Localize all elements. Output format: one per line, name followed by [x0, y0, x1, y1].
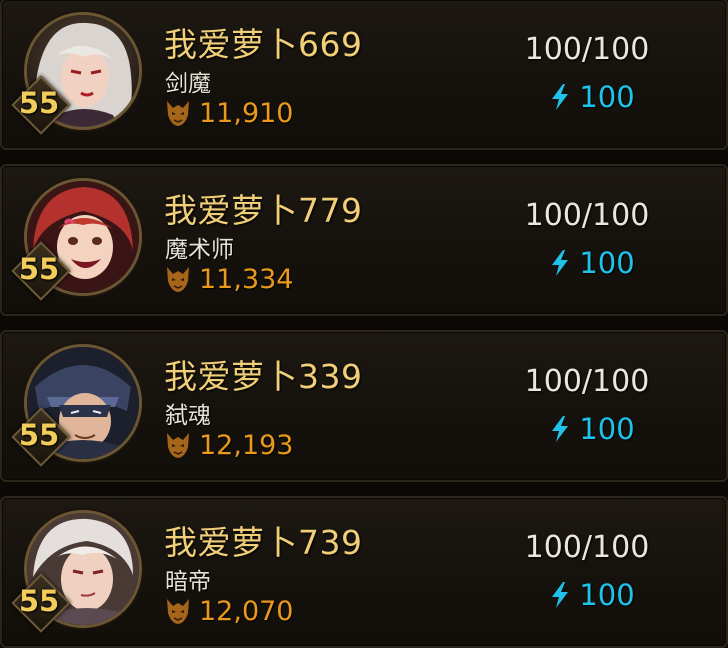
- avatar-frame: 55: [11, 344, 142, 467]
- power-value: 11,910: [199, 97, 294, 129]
- energy: 100: [522, 578, 662, 612]
- stamina-value: 100/100: [524, 198, 650, 233]
- character-row[interactable]: 55 我爱萝卜339 弑魂 12,193 100/100 100: [0, 330, 728, 482]
- demon-mask-icon: [167, 267, 189, 292]
- level-number: 55: [18, 252, 60, 286]
- level-badge: 55: [11, 573, 71, 633]
- lightning-bolt-icon: [552, 416, 569, 442]
- level-badge: 55: [11, 407, 71, 467]
- demon-mask-icon: [167, 433, 189, 458]
- energy-value: 100: [579, 578, 635, 612]
- character-name: 我爱萝卜779: [164, 191, 363, 230]
- character-name: 我爱萝卜669: [164, 25, 363, 64]
- stamina-value: 100/100: [524, 530, 650, 565]
- energy-value: 100: [579, 412, 635, 446]
- energy: 100: [522, 412, 662, 446]
- power-value: 12,193: [199, 429, 294, 461]
- level-number: 55: [18, 584, 60, 618]
- combat-power: 12,193: [165, 428, 293, 462]
- level-number: 55: [18, 418, 60, 452]
- combat-power: 12,070: [165, 594, 293, 628]
- demon-mask-icon: [167, 101, 189, 126]
- energy: 100: [522, 246, 662, 280]
- stamina-value: 100/100: [524, 364, 650, 399]
- character-list: 55 我爱萝卜669 剑魔 11,910 100/100 100 55 我爱萝卜…: [0, 0, 728, 648]
- lightning-bolt-icon: [552, 582, 569, 608]
- character-name: 我爱萝卜339: [164, 357, 363, 396]
- avatar-frame: 55: [11, 178, 142, 301]
- energy: 100: [522, 80, 662, 114]
- character-class: 弑魂: [165, 403, 211, 429]
- lightning-bolt-icon: [552, 84, 569, 110]
- character-row[interactable]: 55 我爱萝卜669 剑魔 11,910 100/100 100: [0, 0, 728, 150]
- power-value: 12,070: [199, 595, 294, 627]
- combat-power: 11,910: [165, 96, 293, 130]
- character-name: 我爱萝卜739: [164, 523, 363, 562]
- character-class: 剑魔: [165, 71, 211, 97]
- character-class: 暗帝: [165, 569, 211, 595]
- character-row[interactable]: 55 我爱萝卜779 魔术师 11,334 100/100 100: [0, 164, 728, 316]
- character-row[interactable]: 55 我爱萝卜739 暗帝 12,070 100/100 100: [0, 496, 728, 648]
- level-badge: 55: [11, 241, 71, 301]
- demon-mask-icon: [167, 599, 189, 624]
- level-badge: 55: [11, 75, 71, 135]
- level-number: 55: [18, 86, 60, 120]
- avatar-frame: 55: [11, 510, 142, 633]
- energy-value: 100: [579, 80, 635, 114]
- combat-power: 11,334: [165, 262, 293, 296]
- avatar-frame: 55: [11, 12, 142, 135]
- lightning-bolt-icon: [552, 250, 569, 276]
- character-class: 魔术师: [165, 237, 234, 263]
- power-value: 11,334: [199, 263, 294, 295]
- energy-value: 100: [579, 246, 635, 280]
- stamina-value: 100/100: [524, 32, 650, 67]
